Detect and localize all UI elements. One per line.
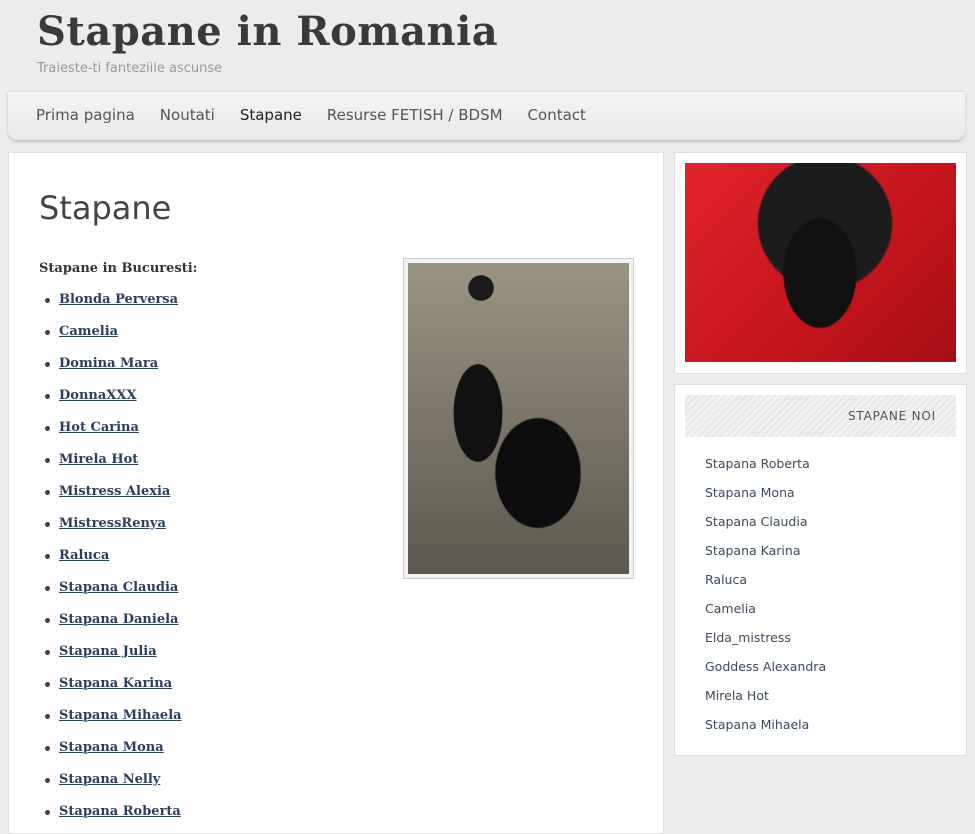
bullet-icon <box>45 298 50 303</box>
list-item: Raluca <box>39 540 182 572</box>
nav-item-resurse[interactable]: Resurse FETISH / BDSM <box>327 92 503 138</box>
nav-item-stapane[interactable]: Stapane <box>240 92 302 138</box>
sidebar-link[interactable]: Stapana Claudia <box>705 507 826 536</box>
bullet-icon <box>45 682 50 687</box>
stapane-noi-list: Stapana Roberta Stapana Mona Stapana Claud… <box>705 449 826 739</box>
stapana-link[interactable]: DonnaXXX <box>59 388 137 403</box>
list-item: Mirela Hot <box>39 444 182 476</box>
widget-stapane-noi: STAPANE NOI Stapana Roberta Stapana Mona S… <box>674 384 967 756</box>
main-nav: Prima pagina Noutati Stapane Resurse FET… <box>8 91 965 140</box>
stapana-link[interactable]: MistressRenya <box>59 516 166 531</box>
bullet-icon <box>45 746 50 751</box>
list-item: Stapana Roberta <box>39 796 182 828</box>
list-item: Blonda Perversa <box>39 284 182 316</box>
list-item: Stapana Mona <box>39 732 182 764</box>
list-item: Stapana Karina <box>39 668 182 700</box>
nav-item-noutati[interactable]: Noutati <box>160 92 215 138</box>
list-item: DonnaXXX <box>39 380 182 412</box>
featured-photo-frame <box>403 258 634 579</box>
sidebar-link[interactable]: Stapana Mona <box>705 478 826 507</box>
sidebar-link[interactable]: Raluca <box>705 565 826 594</box>
stapana-link[interactable]: Stapana Roberta <box>59 804 181 819</box>
bullet-icon <box>45 522 50 527</box>
widget-title: STAPANE NOI <box>847 409 936 423</box>
widget-header: STAPANE NOI <box>685 395 956 437</box>
stapana-link[interactable]: Stapana Daniela <box>59 612 178 627</box>
featured-photo <box>408 263 629 574</box>
main-content: Stapane Stapane in Bucuresti: Blonda Per… <box>8 152 664 834</box>
list-item: Stapana Mihaela <box>39 700 182 732</box>
nav-item-prima-pagina[interactable]: Prima pagina <box>36 92 135 138</box>
bullet-icon <box>45 586 50 591</box>
stapana-link[interactable]: Stapana Claudia <box>59 580 178 595</box>
list-item: Camelia <box>39 316 182 348</box>
stapana-link[interactable]: Blonda Perversa <box>59 292 178 307</box>
sidebar-link[interactable]: Elda_mistress <box>705 623 826 652</box>
stapana-link[interactable]: Mistress Alexia <box>59 484 170 499</box>
bullet-icon <box>45 426 50 431</box>
stapana-link[interactable]: Stapana Julia <box>59 644 157 659</box>
bullet-icon <box>45 778 50 783</box>
list-item: Stapana Claudia <box>39 572 182 604</box>
bullet-icon <box>45 714 50 719</box>
list-item: Mistress Alexia <box>39 476 182 508</box>
bullet-icon <box>45 810 50 815</box>
list-item: Stapana Nelly <box>39 764 182 796</box>
bullet-icon <box>45 490 50 495</box>
sidebar-link[interactable]: Goddess Alexandra <box>705 652 826 681</box>
stapana-link[interactable]: Stapana Mona <box>59 740 164 755</box>
bullet-icon <box>45 618 50 623</box>
stapana-link[interactable]: Camelia <box>59 324 118 339</box>
bullet-icon <box>45 330 50 335</box>
sidebar-link[interactable]: Stapana Roberta <box>705 449 826 478</box>
bullet-icon <box>45 650 50 655</box>
list-item: Stapana Julia <box>39 636 182 668</box>
stapana-link[interactable]: Mirela Hot <box>59 452 138 467</box>
sidebar-link[interactable]: Mirela Hot <box>705 681 826 710</box>
sidebar-link[interactable]: Stapana Mihaela <box>705 710 826 739</box>
stapana-link[interactable]: Hot Carina <box>59 420 139 435</box>
bullet-icon <box>45 394 50 399</box>
stapana-link[interactable]: Stapana Karina <box>59 676 172 691</box>
site-title[interactable]: Stapane in Romania <box>37 8 498 55</box>
bullet-icon <box>45 362 50 367</box>
sidebar-link[interactable]: Stapana Karina <box>705 536 826 565</box>
page-title: Stapane <box>39 189 172 227</box>
sidebar-ad-box <box>674 152 967 374</box>
nav-item-contact[interactable]: Contact <box>528 92 586 138</box>
list-item: MistressRenya <box>39 508 182 540</box>
stapana-link[interactable]: Stapana Mihaela <box>59 708 182 723</box>
sidebar-link[interactable]: Camelia <box>705 594 826 623</box>
list-item: Stapana Daniela <box>39 604 182 636</box>
list-item: Domina Mara <box>39 348 182 380</box>
list-item: Hot Carina <box>39 412 182 444</box>
stapana-link[interactable]: Domina Mara <box>59 356 158 371</box>
stapana-link[interactable]: Stapana Nelly <box>59 772 160 787</box>
bullet-icon <box>45 458 50 463</box>
ad-image[interactable] <box>685 163 956 362</box>
site-tagline: Traieste-ti fanteziile ascunse <box>37 61 223 76</box>
bullet-icon <box>45 554 50 559</box>
section-label: Stapane in Bucuresti: <box>39 261 198 276</box>
stapana-link[interactable]: Raluca <box>59 548 109 563</box>
stapane-list: Blonda Perversa Camelia Domina Mara DonnaXX… <box>39 284 182 828</box>
